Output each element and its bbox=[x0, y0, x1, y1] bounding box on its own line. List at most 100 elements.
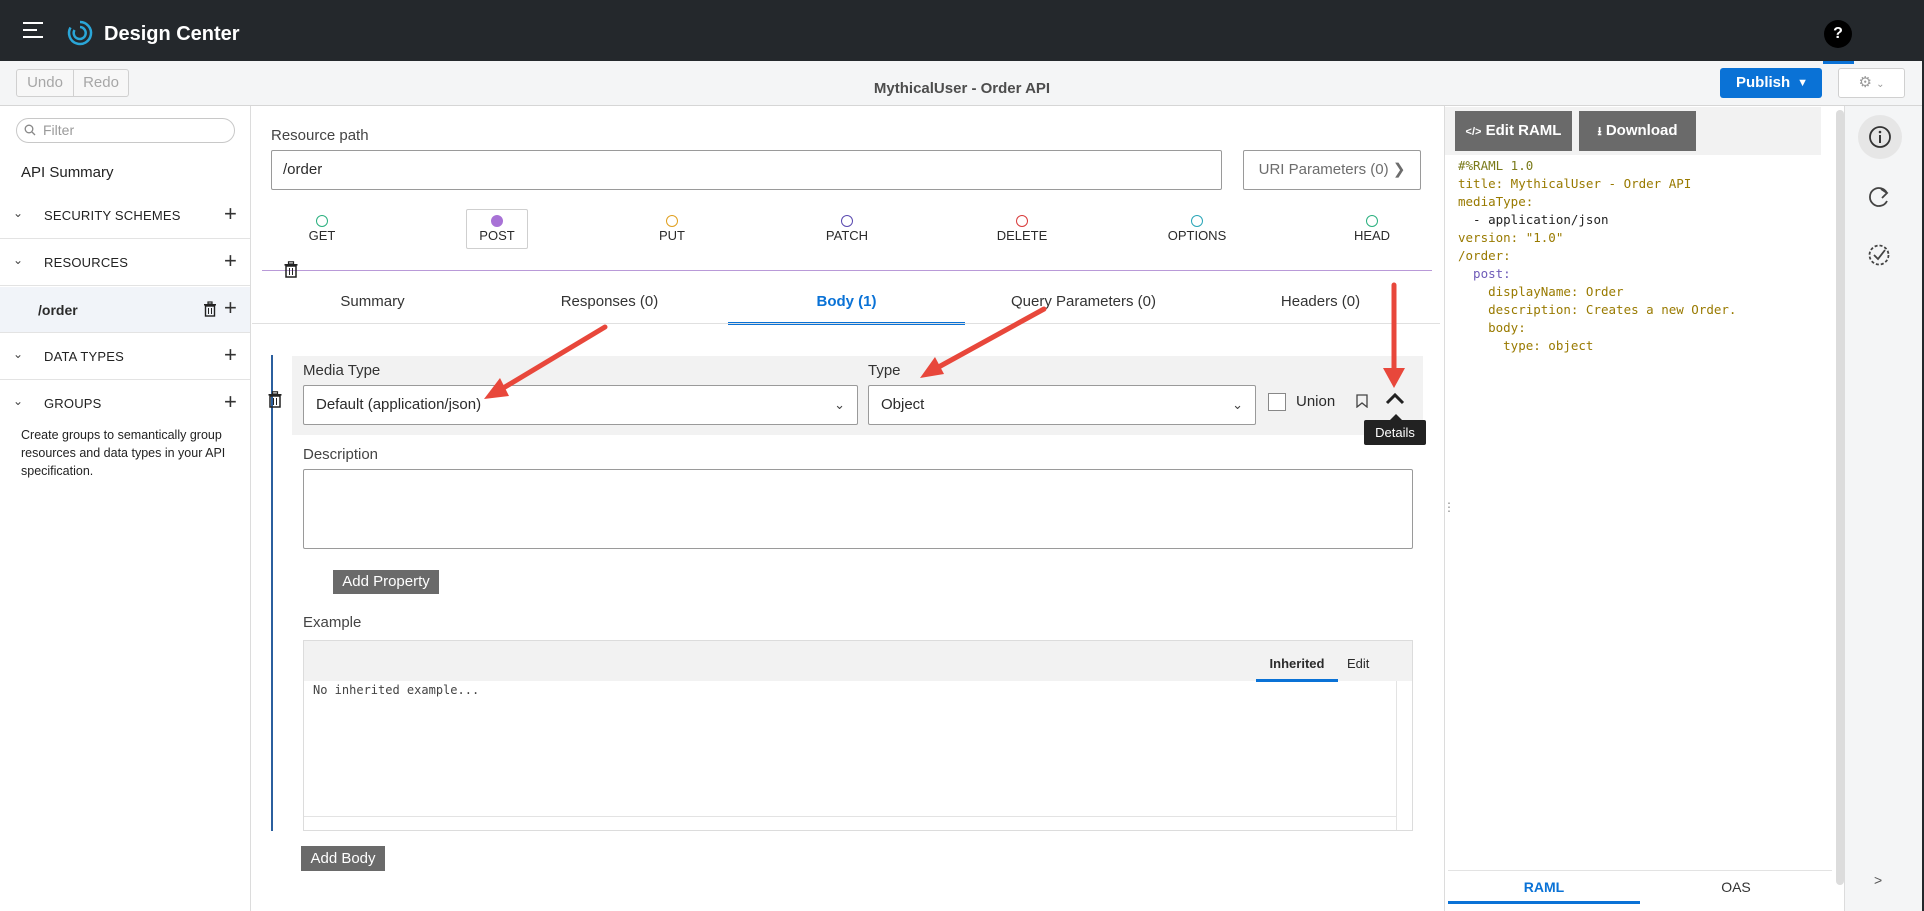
method-divider bbox=[262, 270, 1432, 271]
method-dot-icon bbox=[1191, 215, 1203, 227]
add-icon[interactable]: + bbox=[224, 295, 237, 321]
download-icon: ⭳ bbox=[1597, 124, 1602, 138]
add-icon[interactable]: + bbox=[224, 389, 237, 415]
chevron-down-icon: ⌄ bbox=[1876, 79, 1885, 90]
method-label: OPTIONS bbox=[1167, 228, 1227, 243]
raml-tabs-divider bbox=[1448, 870, 1832, 871]
type-value: Object bbox=[881, 396, 925, 413]
type-label: Type bbox=[868, 362, 901, 379]
chevron-down-icon: ▼ bbox=[1797, 77, 1808, 89]
tab-responses[interactable]: Responses (0) bbox=[491, 290, 728, 325]
tab-summary[interactable]: Summary bbox=[254, 290, 491, 325]
uri-parameters-label: URI Parameters (0) bbox=[1258, 161, 1389, 178]
tab-query-parameters[interactable]: Query Parameters (0) bbox=[965, 290, 1202, 325]
add-body-button[interactable]: Add Body bbox=[301, 846, 385, 871]
api-summary-link[interactable]: API Summary bbox=[21, 164, 114, 181]
tab-oas[interactable]: OAS bbox=[1640, 874, 1832, 904]
collapse-panel-icon[interactable]: > bbox=[1874, 872, 1882, 888]
union-checkbox[interactable] bbox=[1268, 393, 1286, 411]
example-tab-edit[interactable]: Edit bbox=[1347, 656, 1369, 671]
trash-icon[interactable] bbox=[268, 391, 282, 408]
raml-line: type: object bbox=[1458, 338, 1594, 353]
section-data-types[interactable]: ⌄ DATA TYPES + bbox=[0, 333, 250, 380]
chevron-down-icon[interactable]: ⌄ bbox=[13, 394, 23, 408]
add-icon[interactable]: + bbox=[224, 342, 237, 368]
chevron-up-icon[interactable] bbox=[1384, 391, 1406, 407]
filter-input[interactable]: Filter bbox=[16, 118, 235, 143]
add-icon[interactable]: + bbox=[224, 248, 237, 274]
method-label: GET bbox=[308, 228, 336, 243]
share-icon[interactable] bbox=[1867, 185, 1891, 207]
tab-headers[interactable]: Headers (0) bbox=[1202, 290, 1439, 325]
section-label: SECURITY SCHEMES bbox=[44, 208, 181, 223]
section-resources[interactable]: ⌄ RESOURCES + bbox=[0, 239, 250, 286]
resource-path-label: Resource path bbox=[271, 127, 369, 144]
method-options[interactable]: OPTIONS bbox=[1166, 213, 1228, 249]
method-delete[interactable]: DELETE bbox=[991, 213, 1053, 249]
raml-line: /order: bbox=[1458, 248, 1511, 263]
method-dot-icon bbox=[491, 215, 503, 227]
method-head[interactable]: HEAD bbox=[1341, 213, 1403, 249]
chevron-down-icon[interactable]: ⌄ bbox=[13, 206, 23, 220]
raml-code[interactable]: #%RAML 1.0 title: MythicalUser - Order A… bbox=[1458, 157, 1736, 355]
resize-handle[interactable]: ⋮ bbox=[1443, 500, 1455, 514]
document-title: MythicalUser - Order API bbox=[873, 80, 1051, 97]
chevron-down-icon[interactable]: ⌄ bbox=[13, 253, 23, 267]
section-groups[interactable]: ⌄ GROUPS + bbox=[0, 380, 250, 427]
method-label: PUT bbox=[659, 228, 685, 243]
edit-raml-button[interactable]: </> Edit RAML bbox=[1455, 111, 1572, 151]
section-label: GROUPS bbox=[44, 396, 102, 411]
resource-item-order[interactable]: /order + bbox=[0, 287, 250, 333]
method-post[interactable]: POST bbox=[466, 213, 528, 249]
bookmark-icon[interactable] bbox=[1356, 394, 1368, 408]
toolbar: Undo Redo MythicalUser - Order API Publi… bbox=[0, 61, 1924, 106]
help-button[interactable]: ? bbox=[1824, 20, 1852, 48]
add-property-button[interactable]: Add Property bbox=[333, 570, 439, 594]
example-tab-inherited[interactable]: Inherited bbox=[1256, 656, 1338, 682]
app-title: Design Center bbox=[104, 23, 240, 45]
example-header bbox=[304, 641, 1412, 681]
chevron-down-icon: ⌄ bbox=[834, 397, 845, 412]
tab-body[interactable]: Body (1) bbox=[728, 290, 965, 325]
trash-icon[interactable] bbox=[284, 261, 298, 278]
trash-icon[interactable] bbox=[203, 301, 217, 317]
method-get[interactable]: GET bbox=[291, 213, 353, 249]
raml-line: body: bbox=[1458, 320, 1526, 335]
top-bar bbox=[0, 0, 1924, 61]
example-scrollbar-horizontal[interactable] bbox=[304, 816, 1396, 817]
publish-button[interactable]: Publish ▼ bbox=[1720, 68, 1822, 98]
tab-raml[interactable]: RAML bbox=[1448, 874, 1640, 904]
body-accent-line bbox=[271, 355, 273, 831]
type-select[interactable]: Object ⌄ bbox=[868, 385, 1256, 425]
raml-line: mediaType: bbox=[1458, 194, 1534, 209]
method-patch[interactable]: PATCH bbox=[816, 213, 878, 249]
section-security-schemes[interactable]: ⌄ SECURITY SCHEMES + bbox=[0, 192, 250, 239]
method-put[interactable]: PUT bbox=[641, 213, 703, 249]
resource-path-input[interactable]: /order bbox=[271, 150, 1222, 190]
gear-icon: ⚙ bbox=[1858, 74, 1872, 91]
example-scrollbar[interactable] bbox=[1396, 681, 1412, 830]
example-label: Example bbox=[303, 614, 362, 631]
right-rail bbox=[1844, 106, 1924, 911]
method-dot-icon bbox=[1016, 215, 1028, 227]
conformance-icon[interactable] bbox=[1867, 243, 1891, 267]
raml-line: - application/json bbox=[1458, 212, 1609, 227]
add-icon[interactable]: + bbox=[224, 201, 237, 227]
raml-line: displayName: Order bbox=[1458, 284, 1624, 299]
method-dot-icon bbox=[666, 215, 678, 227]
settings-button[interactable]: ⚙ ⌄ bbox=[1838, 68, 1905, 98]
info-icon bbox=[1869, 126, 1891, 148]
tabs-divider bbox=[252, 323, 1440, 324]
method-label: DELETE bbox=[996, 228, 1048, 243]
raml-line: description: Creates a new Order. bbox=[1458, 302, 1737, 317]
uri-parameters-button[interactable]: URI Parameters (0) ❯ bbox=[1243, 150, 1421, 190]
raml-scrollbar[interactable] bbox=[1836, 110, 1844, 885]
download-button[interactable]: ⭳ Download bbox=[1579, 111, 1696, 151]
chevron-down-icon[interactable]: ⌄ bbox=[13, 347, 23, 361]
media-type-select[interactable]: Default (application/json) ⌄ bbox=[303, 385, 858, 425]
menu-icon[interactable] bbox=[23, 22, 43, 38]
method-dot-icon bbox=[841, 215, 853, 227]
description-textarea[interactable] bbox=[303, 469, 1413, 549]
chevron-right-icon: ❯ bbox=[1392, 161, 1406, 178]
code-icon: </> bbox=[1465, 126, 1482, 138]
